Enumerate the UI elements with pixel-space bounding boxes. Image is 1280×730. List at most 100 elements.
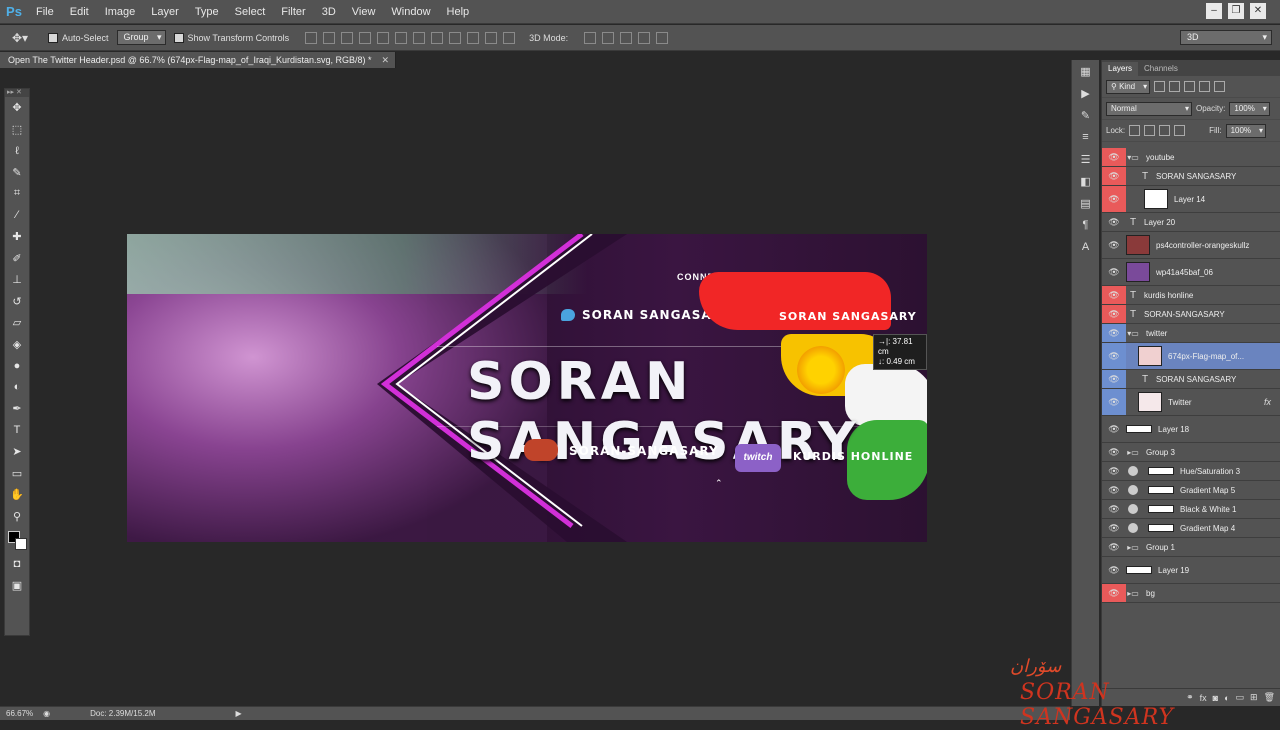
align-hcenter-icon[interactable] bbox=[377, 31, 390, 44]
3d-slide-icon[interactable] bbox=[638, 31, 651, 44]
filter-shape-icon[interactable] bbox=[1199, 81, 1211, 92]
menu-edit[interactable]: Edit bbox=[62, 0, 97, 24]
stamp-tool-icon[interactable]: ⊥ bbox=[5, 269, 29, 291]
blur-tool-icon[interactable]: ● bbox=[5, 355, 29, 377]
eye-icon[interactable]: 👁 bbox=[1102, 286, 1126, 304]
close-tab-icon[interactable]: ✕ bbox=[381, 52, 389, 68]
properties-icon[interactable]: ☰ bbox=[1072, 148, 1099, 170]
close-icon[interactable]: ✕ bbox=[1250, 3, 1266, 19]
eye-icon[interactable]: 👁 bbox=[1102, 305, 1126, 323]
zoom-tool-icon[interactable]: ⚲ bbox=[5, 506, 29, 528]
tab-layers[interactable]: Layers bbox=[1102, 62, 1139, 76]
layer-row[interactable]: 👁 Black & White 1 bbox=[1102, 500, 1280, 519]
lock-pixels-icon[interactable] bbox=[1144, 125, 1156, 136]
zoom-level[interactable]: 66.67% bbox=[6, 709, 33, 718]
layer-row[interactable]: 👁 ps4controller-orangeskullz bbox=[1102, 232, 1280, 259]
auto-select-dropdown[interactable]: Group bbox=[116, 30, 166, 45]
fill-field[interactable]: 100% bbox=[1225, 123, 1267, 138]
quick-select-tool-icon[interactable]: ✎ bbox=[5, 162, 29, 184]
screen-mode-icon[interactable]: ▣ bbox=[5, 575, 29, 597]
layer-row[interactable]: 👁 T SORAN-SANGASARY bbox=[1102, 305, 1280, 324]
3d-rotate-icon[interactable] bbox=[584, 31, 597, 44]
eye-icon[interactable]: 👁 bbox=[1102, 232, 1126, 258]
history-brush-tool-icon[interactable]: ↺ bbox=[5, 291, 29, 313]
eye-icon[interactable]: 👁 bbox=[1102, 416, 1126, 442]
shape-tool-icon[interactable]: ▭ bbox=[5, 463, 29, 485]
character-icon[interactable]: A bbox=[1072, 236, 1099, 258]
auto-select-checkbox[interactable] bbox=[48, 32, 58, 43]
eye-icon[interactable]: 👁 bbox=[1102, 259, 1126, 285]
paint-bucket-tool-icon[interactable]: ◈ bbox=[5, 334, 29, 356]
show-transform-checkbox[interactable] bbox=[173, 32, 184, 43]
marquee-tool-icon[interactable]: ⬚ bbox=[5, 119, 29, 141]
eye-icon[interactable]: 👁 bbox=[1102, 324, 1126, 342]
layer-row[interactable]: 👁 Hue/Saturation 3 bbox=[1102, 462, 1280, 481]
fx-icon[interactable]: fx bbox=[1264, 397, 1271, 407]
menu-select[interactable]: Select bbox=[227, 0, 274, 24]
quick-mask-icon[interactable]: ◘ bbox=[5, 553, 29, 575]
layer-row[interactable]: 👁 Gradient Map 5 bbox=[1102, 481, 1280, 500]
kind-filter-dropdown[interactable]: ⚲ Kind bbox=[1106, 79, 1151, 94]
hand-tool-icon[interactable]: ✋ bbox=[5, 484, 29, 506]
layer-row[interactable]: 👁 Layer 18 bbox=[1102, 416, 1280, 443]
align-right-icon[interactable] bbox=[395, 31, 408, 44]
layer-row[interactable]: 👁 T Layer 20 bbox=[1102, 213, 1280, 232]
brush-tool-icon[interactable]: ✐ bbox=[5, 248, 29, 270]
healing-tool-icon[interactable]: ✚ bbox=[5, 226, 29, 248]
menu-layer[interactable]: Layer bbox=[143, 0, 187, 24]
layer-row[interactable]: 👁 ▾▭ youtube bbox=[1102, 148, 1280, 167]
eye-icon[interactable]: 👁 bbox=[1102, 538, 1126, 556]
distribute-hcenter-icon[interactable] bbox=[485, 31, 498, 44]
distribute-bottom-icon[interactable] bbox=[449, 31, 462, 44]
eyedropper-tool-icon[interactable]: ⁄ bbox=[5, 205, 29, 227]
distribute-top-icon[interactable] bbox=[413, 31, 426, 44]
history-icon[interactable]: ▦ bbox=[1072, 60, 1099, 82]
distribute-left-icon[interactable] bbox=[467, 31, 480, 44]
distribute-right-icon[interactable] bbox=[503, 31, 516, 44]
layer-row[interactable]: 👁 Layer 19 bbox=[1102, 557, 1280, 584]
filter-pixel-icon[interactable] bbox=[1154, 81, 1166, 92]
path-select-tool-icon[interactable]: ➤ bbox=[5, 441, 29, 463]
lock-position-icon[interactable] bbox=[1159, 125, 1171, 136]
3d-pan-icon[interactable] bbox=[620, 31, 633, 44]
filter-type-icon[interactable] bbox=[1184, 81, 1196, 92]
3d-roll-icon[interactable] bbox=[602, 31, 615, 44]
eye-icon[interactable]: 👁 bbox=[1102, 370, 1126, 388]
move-tool-icon[interactable]: ✥▾ bbox=[0, 31, 40, 45]
3d-scale-icon[interactable] bbox=[656, 31, 669, 44]
swatches-icon[interactable]: ▤ bbox=[1072, 192, 1099, 214]
eye-icon[interactable]: 👁 bbox=[1102, 462, 1126, 480]
move-tool-icon[interactable]: ✥ bbox=[5, 97, 29, 119]
menu-type[interactable]: Type bbox=[187, 0, 227, 24]
adjustments-icon[interactable]: ≡ bbox=[1072, 126, 1099, 148]
actions-icon[interactable]: ▶ bbox=[1072, 82, 1099, 104]
lasso-tool-icon[interactable]: ℓ bbox=[5, 140, 29, 162]
paragraph-icon[interactable]: ¶ bbox=[1072, 214, 1099, 236]
workspace-dropdown[interactable]: 3D bbox=[1180, 30, 1272, 45]
status-info-icon[interactable]: ◉ bbox=[43, 709, 50, 718]
eye-icon[interactable]: 👁 bbox=[1102, 584, 1126, 602]
tab-channels[interactable]: Channels bbox=[1138, 62, 1184, 76]
eye-icon[interactable]: 👁 bbox=[1102, 186, 1126, 212]
dodge-tool-icon[interactable]: ◐ bbox=[5, 377, 29, 399]
eye-icon[interactable]: 👁 bbox=[1102, 213, 1126, 231]
background-color[interactable] bbox=[15, 538, 27, 550]
twitter-header-artwork[interactable]: CONNECT WITH ME SORAN SANGASARY SORAN SA… bbox=[127, 234, 927, 542]
menu-3d[interactable]: 3D bbox=[314, 0, 344, 24]
eye-icon[interactable]: 👁 bbox=[1102, 500, 1126, 518]
opacity-field[interactable]: 100% bbox=[1229, 101, 1270, 116]
layer-row[interactable]: 👁 ▾▭ twitter bbox=[1102, 324, 1280, 343]
eye-icon[interactable]: 👁 bbox=[1102, 557, 1126, 583]
blend-mode-dropdown[interactable]: Normal bbox=[1106, 101, 1192, 116]
menu-help[interactable]: Help bbox=[439, 0, 478, 24]
menu-view[interactable]: View bbox=[344, 0, 384, 24]
align-top-icon[interactable] bbox=[305, 31, 318, 44]
layer-row[interactable]: 👁 Tkurdis honline bbox=[1102, 286, 1280, 305]
menu-window[interactable]: Window bbox=[383, 0, 438, 24]
color-icon[interactable]: ◧ bbox=[1072, 170, 1099, 192]
distribute-vcenter-icon[interactable] bbox=[431, 31, 444, 44]
layer-row[interactable]: 👁 ▸▭ bg bbox=[1102, 584, 1280, 603]
lock-transparent-icon[interactable] bbox=[1129, 125, 1141, 136]
menu-file[interactable]: File bbox=[28, 0, 62, 24]
eye-icon[interactable]: 👁 bbox=[1102, 148, 1126, 166]
